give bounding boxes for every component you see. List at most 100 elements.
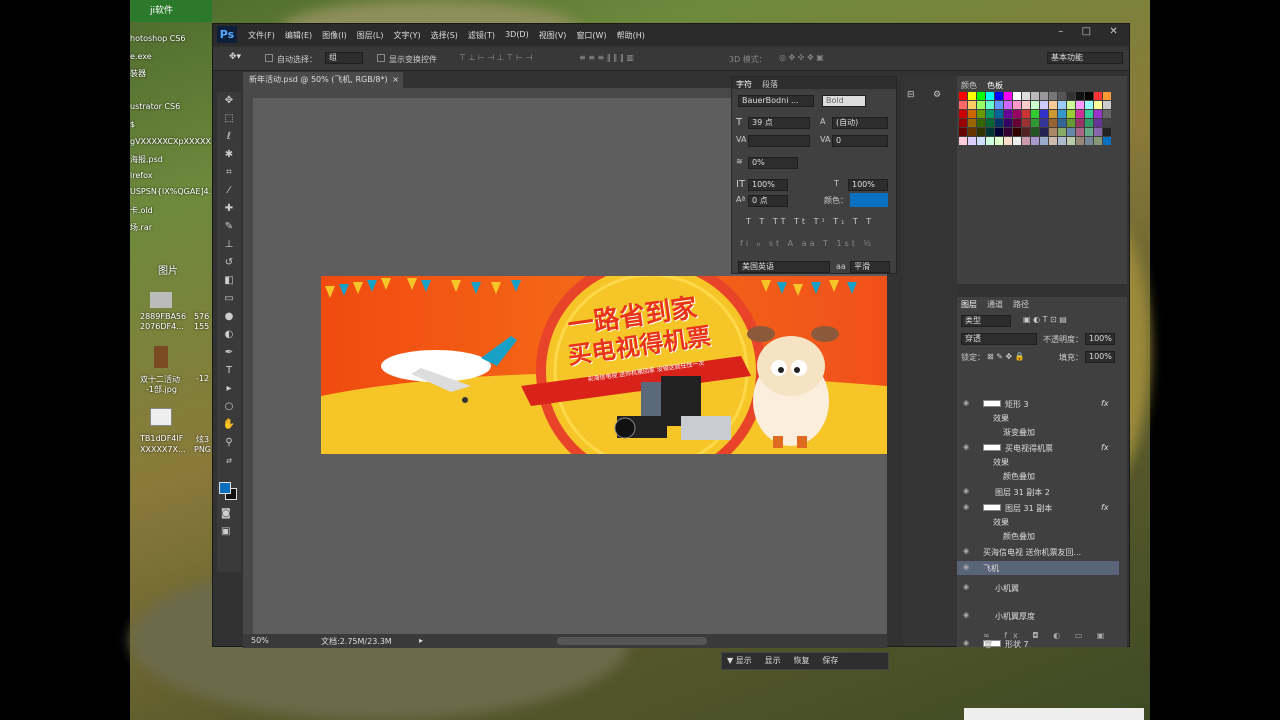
- swatch-cell[interactable]: [1031, 119, 1039, 127]
- swatch-cell[interactable]: [1004, 137, 1012, 145]
- bottom-button[interactable]: 显示: [760, 653, 786, 669]
- swatch-cell[interactable]: [977, 92, 985, 100]
- desktop-label[interactable]: ustrator CS6: [130, 102, 180, 111]
- properties-panel-icon[interactable]: ⚙: [933, 90, 941, 100]
- swatch-cell[interactable]: [1022, 110, 1030, 118]
- swatch-cell[interactable]: [1085, 128, 1093, 136]
- swatch-cell[interactable]: [995, 137, 1003, 145]
- swatch-cell[interactable]: [1067, 92, 1075, 100]
- image-icon[interactable]: [150, 292, 172, 308]
- layer-row[interactable]: ◉ 小机翼: [957, 581, 1119, 595]
- document-tab[interactable]: 新年活动.psd @ 50% (飞机, RGB/8*) ×: [243, 72, 403, 88]
- type-tool-icon[interactable]: T: [217, 362, 241, 380]
- layer-row[interactable]: ◉ 买海信电视 送你机票友回...: [957, 545, 1119, 559]
- desktop-label[interactable]: 装器: [130, 68, 146, 79]
- layer-actions[interactable]: ∞ fx ◘ ◐ ▭ ▣ 🗑: [957, 631, 1127, 649]
- swap-colors-icon[interactable]: ⇄: [217, 452, 241, 470]
- layer-row[interactable]: ◉ 买电视得机票 fx: [957, 441, 1119, 455]
- swatch-cell[interactable]: [1049, 101, 1057, 109]
- swatch-cell[interactable]: [1049, 110, 1057, 118]
- zoom-level[interactable]: 50%: [251, 636, 269, 645]
- swatch-cell[interactable]: [995, 101, 1003, 109]
- swatch-cell[interactable]: [968, 101, 976, 109]
- swatch-cell[interactable]: [1058, 119, 1066, 127]
- swatch-cell[interactable]: [1040, 92, 1048, 100]
- desktop-label[interactable]: 海报.psd: [130, 154, 163, 165]
- font-family-select[interactable]: BauerBodni ...: [738, 95, 814, 107]
- swatch-cell[interactable]: [959, 128, 967, 136]
- desktop-label[interactable]: e.exe: [130, 52, 152, 61]
- swatch-cell[interactable]: [1067, 101, 1075, 109]
- maximize-icon[interactable]: □: [1082, 26, 1091, 40]
- swatch-cell[interactable]: [968, 92, 976, 100]
- font-style-select[interactable]: Bold: [822, 95, 866, 107]
- swatch-cell[interactable]: [1040, 137, 1048, 145]
- swatch-cell[interactable]: [1049, 128, 1057, 136]
- status-arrow-icon[interactable]: ▸: [419, 636, 423, 645]
- swatch-cell[interactable]: [986, 101, 994, 109]
- swatch-cell[interactable]: [1031, 128, 1039, 136]
- swatch-cell[interactable]: [1004, 128, 1012, 136]
- show-transform-checkbox[interactable]: [377, 54, 385, 62]
- visibility-eye-icon[interactable]: ◉: [963, 443, 971, 451]
- swatch-cell[interactable]: [1076, 119, 1084, 127]
- swatch-cell[interactable]: [977, 110, 985, 118]
- stamp-tool-icon[interactable]: ⊥: [217, 236, 241, 254]
- desktop-label[interactable]: TB1dDF4IF: [140, 434, 183, 443]
- font-size-field[interactable]: 39 点: [748, 117, 810, 129]
- swatch-cell[interactable]: [1013, 128, 1021, 136]
- horizontal-scale-field[interactable]: 100%: [848, 179, 888, 191]
- language-select[interactable]: 美国英语: [738, 261, 830, 273]
- swatch-cell[interactable]: [968, 137, 976, 145]
- swatch-cell[interactable]: [995, 110, 1003, 118]
- swatch-cell[interactable]: [1022, 128, 1030, 136]
- swatch-cell[interactable]: [1076, 128, 1084, 136]
- history-panel-icon[interactable]: ⊟: [907, 90, 915, 100]
- desktop-label[interactable]: gVXXXXXCXpXXXXX: [130, 137, 211, 146]
- tab-channels[interactable]: 通道: [987, 299, 1003, 310]
- swatch-cell[interactable]: [1004, 119, 1012, 127]
- menu-3d[interactable]: 3D(D): [500, 30, 534, 41]
- menu-select[interactable]: 选择(S): [426, 30, 463, 41]
- image-icon[interactable]: [150, 408, 172, 426]
- swatch-cell[interactable]: [1103, 128, 1111, 136]
- menu-edit[interactable]: 编辑(E): [280, 30, 317, 41]
- swatch-cell[interactable]: [959, 110, 967, 118]
- layer-row[interactable]: 颜色叠加: [957, 469, 1119, 483]
- bottom-button[interactable]: 恢复: [788, 653, 814, 669]
- gradient-tool-icon[interactable]: ▭: [217, 290, 241, 308]
- swatch-cell[interactable]: [1094, 92, 1102, 100]
- blend-mode-select[interactable]: 穿透: [961, 333, 1037, 345]
- swatch-cell[interactable]: [959, 92, 967, 100]
- desktop-label[interactable]: 576: [194, 312, 209, 321]
- swatch-cell[interactable]: [1040, 110, 1048, 118]
- opentype-icons[interactable]: fi ℴ st A aa T 1st ½: [740, 239, 874, 248]
- desktop-label[interactable]: USPSN{IX%QGAE]4.I: [130, 187, 214, 196]
- auto-select-checkbox[interactable]: [265, 54, 273, 62]
- visibility-eye-icon[interactable]: ◉: [963, 503, 971, 511]
- tracking-field[interactable]: 0: [832, 135, 888, 147]
- menu-layer[interactable]: 图层(L): [352, 30, 389, 41]
- swatch-cell[interactable]: [1058, 101, 1066, 109]
- swatch-cell[interactable]: [968, 110, 976, 118]
- layer-row[interactable]: 效果: [957, 455, 1119, 469]
- layer-kind-filter[interactable]: 类型: [961, 315, 1011, 327]
- distribute-icons[interactable]: ≡ ≡ ≡ ‖ ‖ ‖ ▥: [579, 53, 634, 62]
- lasso-tool-icon[interactable]: ℓ: [217, 128, 241, 146]
- filter-icons[interactable]: ▣ ◐ T ⊡ ▤: [1023, 315, 1067, 324]
- swatch-cell[interactable]: [1103, 101, 1111, 109]
- swatch-cell[interactable]: [995, 119, 1003, 127]
- swatch-cell[interactable]: [1022, 119, 1030, 127]
- zoom-tool-icon[interactable]: ⚲: [217, 434, 241, 452]
- align-icons[interactable]: ⊤ ⊥ ⊢ ⊣ ⊥ ⊤ ⊢ ⊣: [459, 53, 533, 62]
- hand-tool-icon[interactable]: ✋: [217, 416, 241, 434]
- visibility-eye-icon[interactable]: ◉: [963, 399, 971, 407]
- swatch-cell[interactable]: [1013, 101, 1021, 109]
- layer-row[interactable]: 颜色叠加: [957, 529, 1119, 543]
- swatch-cell[interactable]: [1004, 110, 1012, 118]
- swatch-cell[interactable]: [1049, 119, 1057, 127]
- screen-mode-icon[interactable]: ▣: [221, 526, 230, 537]
- desktop-label[interactable]: 155: [194, 322, 209, 331]
- swatch-cell[interactable]: [1058, 92, 1066, 100]
- text-color-swatch[interactable]: [850, 193, 888, 207]
